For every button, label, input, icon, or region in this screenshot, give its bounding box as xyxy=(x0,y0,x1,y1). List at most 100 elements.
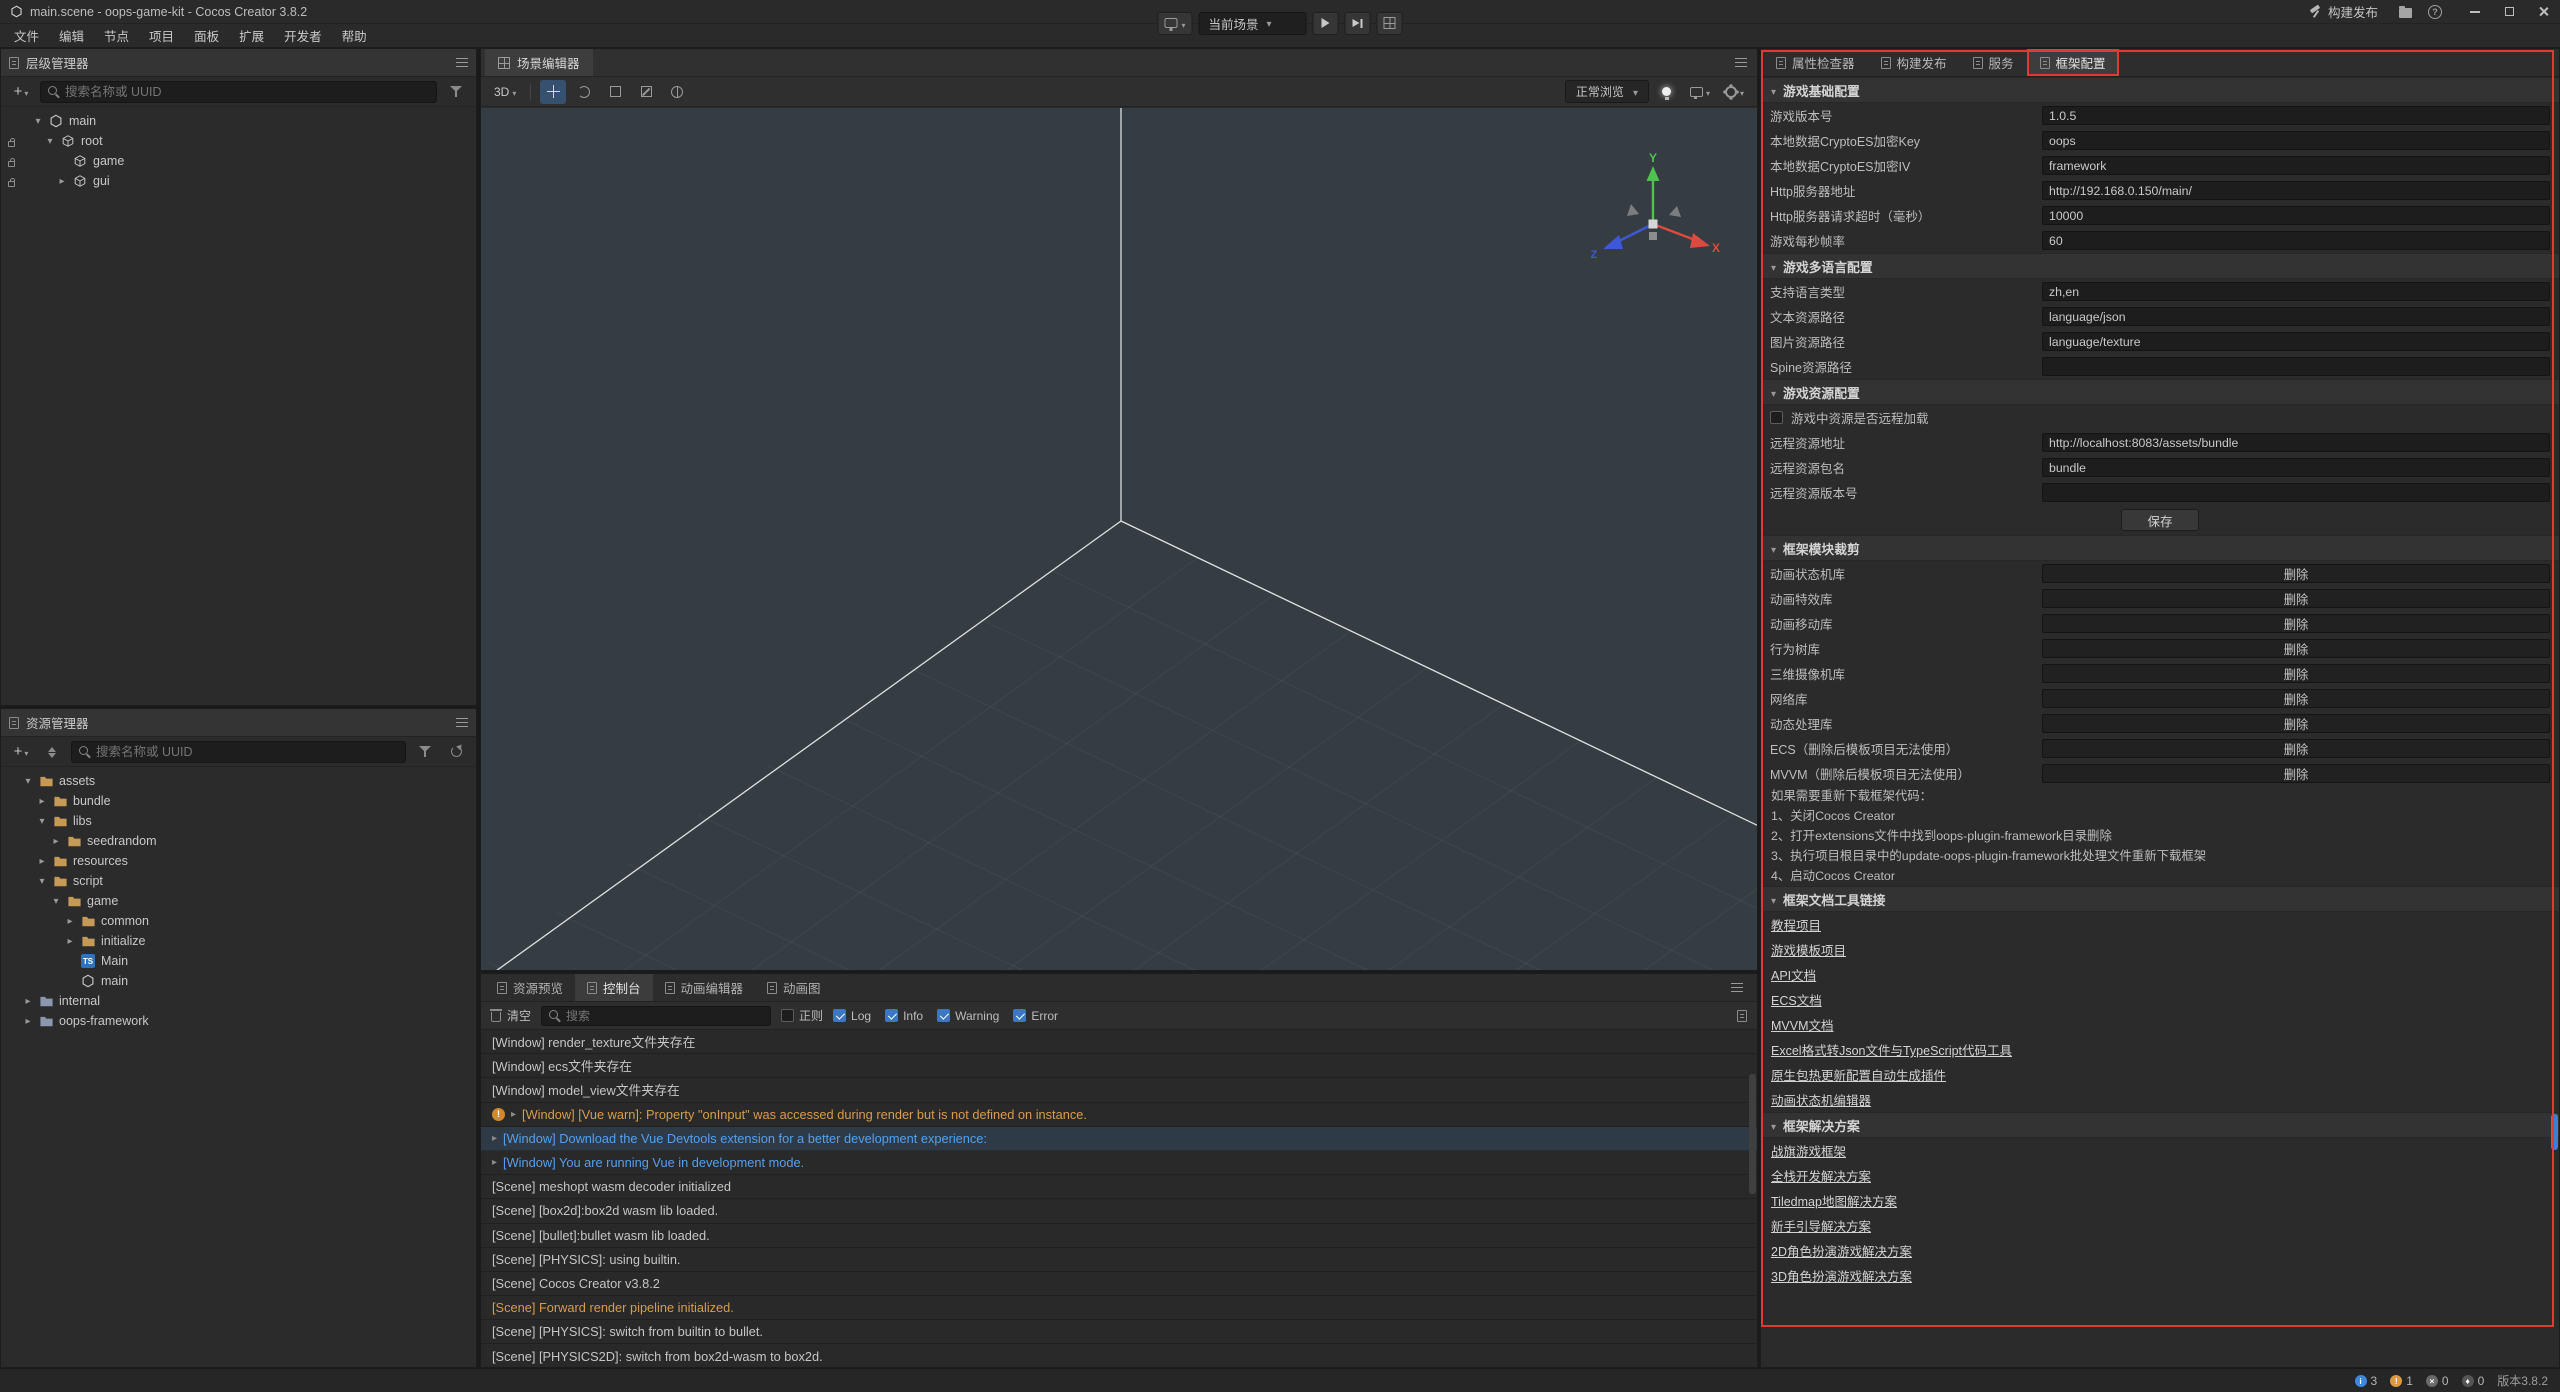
console-tab[interactable]: 控制台 xyxy=(575,974,653,1001)
console-tab[interactable]: 动画图 xyxy=(755,974,833,1001)
menu-item[interactable]: 项目 xyxy=(139,24,184,47)
expand-chevron-icon[interactable] xyxy=(492,1133,497,1144)
panel-menu-icon[interactable] xyxy=(1735,58,1747,67)
inspector-tab[interactable]: 框架配置 xyxy=(2027,49,2119,76)
console-search-input[interactable] xyxy=(566,1009,764,1023)
inspector-tab[interactable]: 属性检查器 xyxy=(1763,49,1868,76)
field-input[interactable] xyxy=(2042,307,2550,326)
lock-toggle[interactable] xyxy=(8,136,15,150)
log-filter-toggle[interactable]: Info xyxy=(885,1009,923,1023)
asset-tree-item[interactable]: internal xyxy=(1,991,476,1011)
field-input[interactable] xyxy=(2042,357,2550,376)
tree-chevron-icon[interactable] xyxy=(65,936,75,947)
field-input[interactable] xyxy=(2042,106,2550,125)
hierarchy-tree-item[interactable]: main xyxy=(1,111,476,131)
asset-tree-item[interactable]: bundle xyxy=(1,791,476,811)
build-publish-button[interactable]: 构建发布 xyxy=(2299,0,2388,23)
asset-tree-item[interactable]: assets xyxy=(1,771,476,791)
section-game-basic[interactable]: 游戏基础配置 xyxy=(1761,77,2559,103)
camera-settings-button[interactable] xyxy=(1685,80,1715,104)
doc-link[interactable]: 游戏模板项目 xyxy=(1771,940,1846,959)
doc-link[interactable]: MVVM文档 xyxy=(1771,1015,1834,1034)
console-line[interactable]: ! [Scene] [PHYSICS]: switch from builtin… xyxy=(481,1320,1757,1344)
solution-link[interactable]: 战旗游戏框架 xyxy=(1771,1141,1846,1160)
create-asset-button[interactable] xyxy=(9,741,33,763)
menu-item[interactable]: 面板 xyxy=(184,24,229,47)
section-game-resources[interactable]: 游戏资源配置 xyxy=(1761,379,2559,405)
asset-tree-item[interactable]: Main xyxy=(1,951,476,971)
console-line[interactable]: ! [Scene] Cocos Creator v3.8.2 xyxy=(481,1272,1757,1296)
mode-3d-button[interactable]: 3D xyxy=(489,80,521,104)
panel-menu-icon[interactable] xyxy=(1731,983,1743,992)
console-line[interactable]: ! [Window] model_view文件夹存在 xyxy=(481,1078,1757,1102)
view-mode-dropdown[interactable]: 正常浏览 xyxy=(1565,80,1649,103)
doc-link[interactable]: 动画状态机编辑器 xyxy=(1771,1090,1871,1109)
remote-load-checkbox[interactable] xyxy=(1770,411,1783,424)
field-input[interactable] xyxy=(2042,206,2550,225)
tree-chevron-icon[interactable] xyxy=(51,896,61,907)
task-count[interactable]: ♦0 xyxy=(2462,1374,2485,1388)
error-count[interactable]: ×0 xyxy=(2426,1374,2449,1388)
solution-link[interactable]: 新手引导解决方案 xyxy=(1771,1216,1871,1235)
delete-module-button[interactable]: 删除 xyxy=(2042,764,2550,783)
console-line[interactable]: ! [Window] render_texture文件夹存在 xyxy=(481,1030,1757,1054)
tree-chevron-icon[interactable] xyxy=(37,876,47,887)
filter-checkbox[interactable] xyxy=(1013,1009,1026,1022)
console-line[interactable]: ! [Scene] meshopt wasm decoder initializ… xyxy=(481,1175,1757,1199)
section-module-trim[interactable]: 框架模块裁剪 xyxy=(1761,535,2559,561)
asset-tree-item[interactable]: initialize xyxy=(1,931,476,951)
refresh-assets-button[interactable] xyxy=(444,741,468,763)
field-input[interactable] xyxy=(2042,131,2550,150)
asset-tree-item[interactable]: libs xyxy=(1,811,476,831)
doc-link[interactable]: Excel格式转Json文件与TypeScript代码工具 xyxy=(1771,1040,2012,1059)
doc-link[interactable]: 原生包热更新配置自动生成插件 xyxy=(1771,1065,1946,1084)
solution-link[interactable]: 2D角色扮演游戏解决方案 xyxy=(1771,1241,1912,1260)
solution-link[interactable]: 3D角色扮演游戏解决方案 xyxy=(1771,1266,1912,1285)
move-tool-button[interactable] xyxy=(540,80,566,104)
hierarchy-filter-button[interactable] xyxy=(444,81,468,103)
solution-link[interactable]: Tiledmap地图解决方案 xyxy=(1771,1191,1897,1210)
inspector-tab[interactable]: 构建发布 xyxy=(1868,49,1960,76)
hierarchy-tree-item[interactable]: root xyxy=(1,131,476,151)
console-line[interactable]: ! [Scene] [bullet]:bullet wasm lib loade… xyxy=(481,1224,1757,1248)
collapse-logs-icon[interactable] xyxy=(1737,1010,1747,1022)
tree-chevron-icon[interactable] xyxy=(37,856,47,867)
field-input[interactable] xyxy=(2042,231,2550,250)
save-button[interactable]: 保存 xyxy=(2121,509,2199,531)
scale-tool-button[interactable] xyxy=(633,80,659,104)
close-button[interactable] xyxy=(2526,0,2560,23)
create-node-button[interactable] xyxy=(9,81,33,103)
message-count[interactable]: i3 xyxy=(2355,1374,2378,1388)
panel-menu-icon[interactable] xyxy=(456,58,468,67)
filter-checkbox[interactable] xyxy=(885,1009,898,1022)
section-doc-links[interactable]: 框架文档工具链接 xyxy=(1761,886,2559,912)
console-line[interactable]: ! [Window] [Vue warn]: Property "onInput… xyxy=(481,1103,1757,1127)
delete-module-button[interactable]: 删除 xyxy=(2042,689,2550,708)
menu-item[interactable]: 文件 xyxy=(4,24,49,47)
tab-scene-editor[interactable]: 场景编辑器 xyxy=(485,49,593,76)
maximize-button[interactable] xyxy=(2492,0,2526,23)
sort-assets-button[interactable] xyxy=(40,741,64,763)
tree-chevron-icon[interactable] xyxy=(65,916,75,927)
field-input[interactable] xyxy=(2042,156,2550,175)
filter-checkbox[interactable] xyxy=(937,1009,950,1022)
delete-module-button[interactable]: 删除 xyxy=(2042,714,2550,733)
solution-link[interactable]: 全栈开发解决方案 xyxy=(1771,1166,1871,1185)
field-input[interactable] xyxy=(2042,332,2550,351)
warning-count[interactable]: !1 xyxy=(2390,1374,2413,1388)
console-line[interactable]: ! [Scene] [PHYSICS]: using builtin. xyxy=(481,1248,1757,1272)
open-project-folder-button[interactable] xyxy=(2392,0,2418,23)
console-line[interactable]: ! [Scene] Forward render pipeline initia… xyxy=(481,1296,1757,1320)
section-multilanguage[interactable]: 游戏多语言配置 xyxy=(1761,253,2559,279)
doc-link[interactable]: API文档 xyxy=(1771,965,1816,984)
console-line[interactable]: ! [Window] Download the Vue Devtools ext… xyxy=(481,1127,1757,1151)
assets-filter-button[interactable] xyxy=(413,741,437,763)
assets-search[interactable] xyxy=(71,741,406,763)
device-select-button[interactable] xyxy=(1157,12,1192,35)
doc-link[interactable]: 教程项目 xyxy=(1771,915,1821,934)
asset-tree-item[interactable]: oops-framework xyxy=(1,1011,476,1031)
asset-tree-item[interactable]: common xyxy=(1,911,476,931)
delete-module-button[interactable]: 删除 xyxy=(2042,664,2550,683)
clear-console-button[interactable]: 清空 xyxy=(491,1007,531,1024)
gizmo-settings-button[interactable] xyxy=(1720,80,1749,104)
